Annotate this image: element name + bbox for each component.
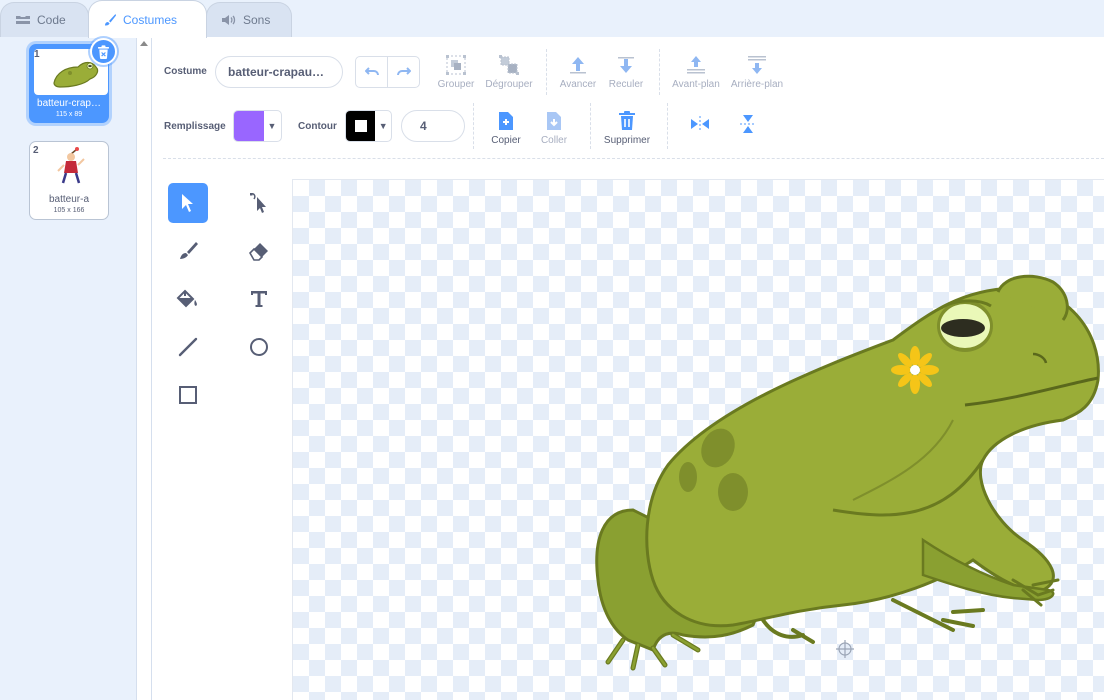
text-icon bbox=[251, 291, 267, 307]
code-icon bbox=[15, 14, 31, 26]
eraser-tool[interactable] bbox=[239, 231, 279, 271]
trash-icon bbox=[619, 111, 635, 130]
scroll-up-arrow-icon[interactable] bbox=[140, 41, 148, 46]
trash-icon bbox=[98, 44, 109, 59]
toolbar-divider bbox=[546, 49, 547, 95]
outline-color-swatch bbox=[346, 111, 376, 141]
costume-number: 1 bbox=[34, 49, 40, 60]
outline-width-input[interactable]: 4 bbox=[401, 110, 465, 142]
toolbar-divider bbox=[473, 103, 474, 149]
redo-icon bbox=[396, 67, 411, 76]
outline-label: Contour bbox=[298, 121, 337, 132]
speaker-icon bbox=[221, 13, 237, 27]
paste-icon bbox=[547, 112, 561, 130]
costume-size: 105 x 166 bbox=[53, 207, 85, 214]
toolbar-divider bbox=[667, 103, 668, 149]
forward-label: Avancer bbox=[559, 79, 597, 90]
copy-icon bbox=[499, 112, 513, 130]
ungroup-label: Dégrouper bbox=[485, 79, 533, 90]
costume-list-scrollbar[interactable] bbox=[137, 37, 152, 700]
tab-sounds-label: Sons bbox=[243, 13, 271, 27]
undo-icon bbox=[364, 67, 379, 76]
send-to-back-button[interactable]: Arrière-plan bbox=[727, 54, 787, 90]
fill-color-swatch bbox=[234, 111, 264, 141]
circle-tool[interactable] bbox=[239, 327, 279, 367]
costume-number: 2 bbox=[33, 145, 39, 156]
eraser-icon bbox=[249, 243, 268, 261]
arrow-up-icon bbox=[570, 57, 586, 74]
chevron-down-icon: ▼ bbox=[378, 121, 388, 131]
paste-button[interactable]: Coller bbox=[524, 110, 584, 146]
select-tool[interactable] bbox=[168, 183, 208, 223]
delete-label: Supprimer bbox=[603, 135, 651, 146]
group-button[interactable]: Grouper bbox=[426, 54, 486, 90]
line-icon bbox=[178, 337, 198, 357]
costume-name-label: Costume bbox=[164, 66, 207, 77]
circle-icon bbox=[250, 338, 268, 356]
tab-costumes[interactable]: Costumes bbox=[88, 0, 207, 38]
text-tool[interactable] bbox=[239, 279, 279, 319]
tab-code-label: Code bbox=[37, 13, 66, 27]
brush-tool[interactable] bbox=[168, 231, 208, 271]
toolbar-separator bbox=[163, 158, 1104, 159]
rectangle-icon bbox=[179, 386, 197, 404]
tab-costumes-label: Costumes bbox=[123, 12, 178, 27]
group-icon bbox=[446, 55, 466, 75]
fill-color-picker[interactable]: ▼ bbox=[233, 110, 282, 142]
chevron-down-icon: ▼ bbox=[267, 121, 277, 131]
backward-label: Reculer bbox=[608, 79, 644, 90]
arrow-down-icon bbox=[618, 57, 634, 73]
front-icon bbox=[687, 56, 705, 74]
brush-icon bbox=[180, 242, 198, 259]
delete-costume-button[interactable] bbox=[90, 38, 117, 65]
reshape-tool[interactable] bbox=[239, 183, 279, 223]
flip-vertical-icon bbox=[740, 115, 756, 133]
undo-redo-group bbox=[355, 56, 420, 88]
costume-name: batteur-crap… bbox=[37, 98, 101, 109]
paste-label: Coller bbox=[540, 135, 568, 146]
group-label: Grouper bbox=[437, 79, 475, 90]
redo-button[interactable] bbox=[388, 57, 419, 87]
costume-name: batteur-a bbox=[48, 194, 90, 205]
drawing-canvas[interactable] bbox=[292, 179, 1104, 700]
costume-thumbnail bbox=[33, 145, 107, 191]
ungroup-button[interactable]: Dégrouper bbox=[479, 54, 539, 90]
paint-editor: Costume batteur-crapau… Grouper Dégroupe… bbox=[152, 37, 1104, 700]
front-label: Avant-plan bbox=[672, 79, 720, 90]
back-icon bbox=[748, 56, 766, 74]
back-label: Arrière-plan bbox=[730, 79, 784, 90]
costume-item-2[interactable]: 2 batteur-a 105 x 166 bbox=[29, 141, 109, 220]
fill-label: Remplissage bbox=[164, 121, 226, 132]
costume-list: 1 batteur-crap… 115 x 89 2 batteur-a 105… bbox=[0, 37, 152, 700]
rectangle-tool[interactable] bbox=[168, 375, 208, 415]
flip-horizontal-icon bbox=[691, 116, 709, 132]
ungroup-icon bbox=[499, 55, 519, 75]
undo-button[interactable] bbox=[356, 57, 388, 87]
costume-size: 115 x 89 bbox=[55, 111, 83, 118]
paint-bucket-icon bbox=[176, 289, 197, 308]
paintbrush-icon bbox=[103, 13, 117, 27]
copy-label: Copier bbox=[491, 135, 521, 146]
editor-tab-bar: Code Costumes Sons bbox=[0, 0, 1104, 38]
toolbar-divider bbox=[590, 103, 591, 149]
backward-button[interactable]: Reculer bbox=[596, 54, 656, 90]
select-arrow-icon bbox=[182, 194, 193, 212]
frog-costume-drawing bbox=[595, 274, 1100, 671]
reshape-icon bbox=[250, 193, 266, 213]
tab-code[interactable]: Code bbox=[0, 2, 89, 37]
costume-name-input[interactable]: batteur-crapau… bbox=[215, 56, 343, 88]
line-tool[interactable] bbox=[168, 327, 208, 367]
flip-vertical-button[interactable] bbox=[718, 113, 778, 138]
bring-to-front-button[interactable]: Avant-plan bbox=[666, 54, 726, 90]
outline-color-picker[interactable]: ▼ bbox=[345, 110, 392, 142]
tab-sounds[interactable]: Sons bbox=[206, 2, 292, 37]
toolbar-divider bbox=[659, 49, 660, 95]
delete-button[interactable]: Supprimer bbox=[597, 110, 657, 146]
canvas-center-crosshair bbox=[836, 640, 854, 658]
fill-tool[interactable] bbox=[168, 279, 208, 319]
